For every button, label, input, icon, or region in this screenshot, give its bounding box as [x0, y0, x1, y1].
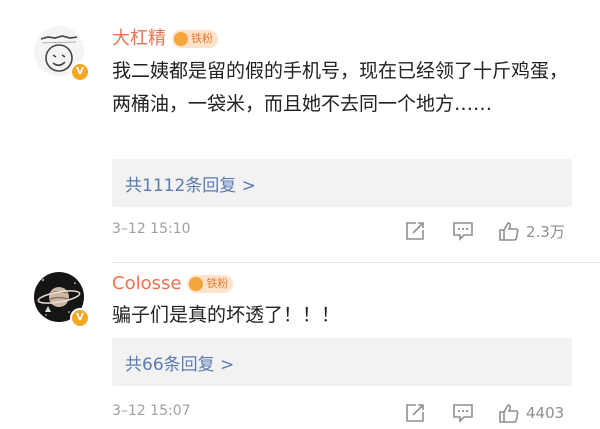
comment-icon[interactable]	[452, 402, 474, 424]
fan-level-badge-icon	[174, 32, 188, 46]
timestamp: 3–12 15:07	[112, 403, 191, 419]
fan-level-badge[interactable]: 铁粉	[187, 275, 234, 293]
fan-level-label: 铁粉	[191, 32, 213, 45]
username[interactable]: 大杠精	[112, 27, 166, 51]
comment-header: 大杠精 铁粉	[112, 27, 218, 51]
like-button[interactable]: 4403	[498, 400, 564, 426]
fan-level-badge-icon	[189, 277, 204, 291]
repost-icon[interactable]	[404, 220, 426, 242]
comment-item: V Colosse 铁粉 骗子们是真的坏透了！！！ 共66条回复 > 3–12 …	[0, 263, 600, 429]
like-count: 2.3万	[526, 222, 565, 241]
like-button[interactable]: 2.3万	[498, 218, 565, 244]
reply-count-link[interactable]: 共1112条回复 >	[125, 171, 256, 196]
comment-text: 骗子们是真的坏透了！！！	[112, 304, 341, 326]
repost-icon[interactable]	[404, 402, 426, 424]
comment-icon[interactable]	[452, 220, 474, 242]
fan-level-label: 铁粉	[206, 277, 229, 290]
reply-thread-box[interactable]: 共1112条回复 >	[112, 159, 572, 207]
reply-thread-box[interactable]: 共66条回复 >	[112, 338, 572, 386]
verified-v-icon: V	[70, 62, 90, 82]
thumbs-up-icon	[499, 222, 519, 241]
like-count: 4403	[526, 404, 565, 422]
comment-meta-row: 3–12 15:10 2.3万	[112, 218, 582, 244]
thumbs-up-icon	[499, 404, 519, 423]
comment-meta-row: 3–12 15:07 4403	[112, 400, 582, 426]
comment-header: Colosse 铁粉	[112, 272, 234, 296]
comment-text: 我二姨都是留的假的手机号，现在已经领了十斤鸡蛋，两桶油，一袋米，而且她不去同一个…	[112, 60, 569, 115]
fan-level-badge[interactable]: 铁粉	[172, 30, 218, 48]
verified-v-icon: V	[70, 308, 90, 328]
username[interactable]: Colosse	[112, 272, 181, 296]
reply-count-link[interactable]: 共66条回复 >	[125, 350, 234, 375]
comment-item: V 大杠精 铁粉 我二姨都是留的假的手机号，现在已经领了十斤鸡蛋，两桶油，一袋米…	[0, 0, 600, 262]
timestamp: 3–12 15:10	[112, 221, 191, 237]
